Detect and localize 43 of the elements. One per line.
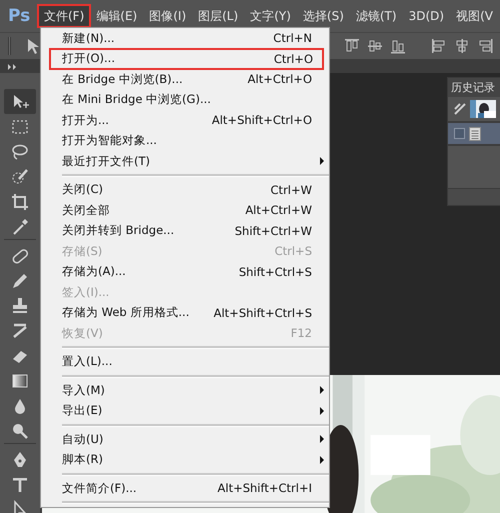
menu-item[interactable]: 自动(U): [41, 429, 329, 450]
menu-item[interactable]: 编辑(E): [90, 5, 144, 27]
menu-item[interactable]: 存储为(A)... Shift+Ctrl+S: [41, 262, 329, 282]
menu-item[interactable]: 最近打开文件(T): [41, 151, 329, 172]
menu-item[interactable]: 在 Mini Bridge 中浏览(G)...: [41, 90, 329, 110]
menu-item[interactable]: 文字(Y): [244, 5, 297, 27]
menu-item[interactable]: 脚本(R): [41, 450, 329, 470]
brush-circle-icon[interactable]: [10, 166, 30, 186]
menu-item[interactable]: 打开(O)... Ctrl+O: [50, 48, 323, 69]
menu-item[interactable]: 新建(N)... Ctrl+N: [41, 28, 329, 48]
history-row[interactable]: [448, 123, 500, 146]
document-icon: [469, 126, 481, 140]
menu-item[interactable]: 导出(E): [41, 400, 329, 421]
menu-item[interactable]: 打开为... Alt+Shift+Ctrl+O: [41, 110, 329, 130]
align-left-icon[interactable]: [431, 38, 447, 54]
align-middle-icon[interactable]: [367, 38, 383, 54]
expand-icon[interactable]: [8, 64, 17, 70]
menu-item[interactable]: 关闭并转到 Bridge... Shift+Ctrl+W: [41, 220, 329, 241]
menu-item[interactable]: 文件简介(F)... Alt+Shift+Ctrl+I: [41, 478, 329, 498]
align-bottom-icon[interactable]: [390, 38, 406, 54]
panel-tab[interactable]: 历史记录: [448, 78, 500, 97]
menu-item[interactable]: 图层(L): [192, 5, 244, 27]
align-center-icon[interactable]: [454, 38, 470, 54]
menu-item[interactable]: 图像(I): [143, 5, 192, 27]
menu-item[interactable]: 视图(V: [450, 5, 499, 27]
checkbox-icon[interactable]: [454, 128, 465, 139]
menu-item[interactable]: 3D(D): [402, 5, 450, 27]
stamp-icon[interactable]: [10, 296, 30, 316]
menu-item[interactable]: 在 Bridge 中浏览(B)... Alt+Ctrl+O: [41, 69, 329, 90]
menu-item[interactable]: 关闭(C) Ctrl+W: [41, 180, 329, 200]
align-right-icon[interactable]: [477, 38, 493, 54]
menu-item[interactable]: 置入(L)...: [41, 352, 329, 372]
menu-item[interactable]: 存储为 Web 所用格式... Alt+Shift+Ctrl+S: [41, 302, 329, 323]
align-top-icon[interactable]: [344, 38, 360, 54]
menu-item[interactable]: 导入(M): [41, 380, 329, 400]
menu-item[interactable]: 滤镜(T): [350, 5, 403, 27]
app-logo: Ps: [8, 6, 30, 26]
menu-item[interactable]: 文件(F): [38, 5, 90, 27]
menu-item[interactable]: 关闭全部 Alt+Ctrl+W: [41, 200, 329, 220]
crop-tool-icon[interactable]: [10, 192, 30, 212]
brush-icon[interactable]: [454, 103, 466, 115]
menu-item[interactable]: 选择(S): [296, 5, 350, 27]
menu-item[interactable]: 打开为智能对象...: [41, 130, 329, 151]
